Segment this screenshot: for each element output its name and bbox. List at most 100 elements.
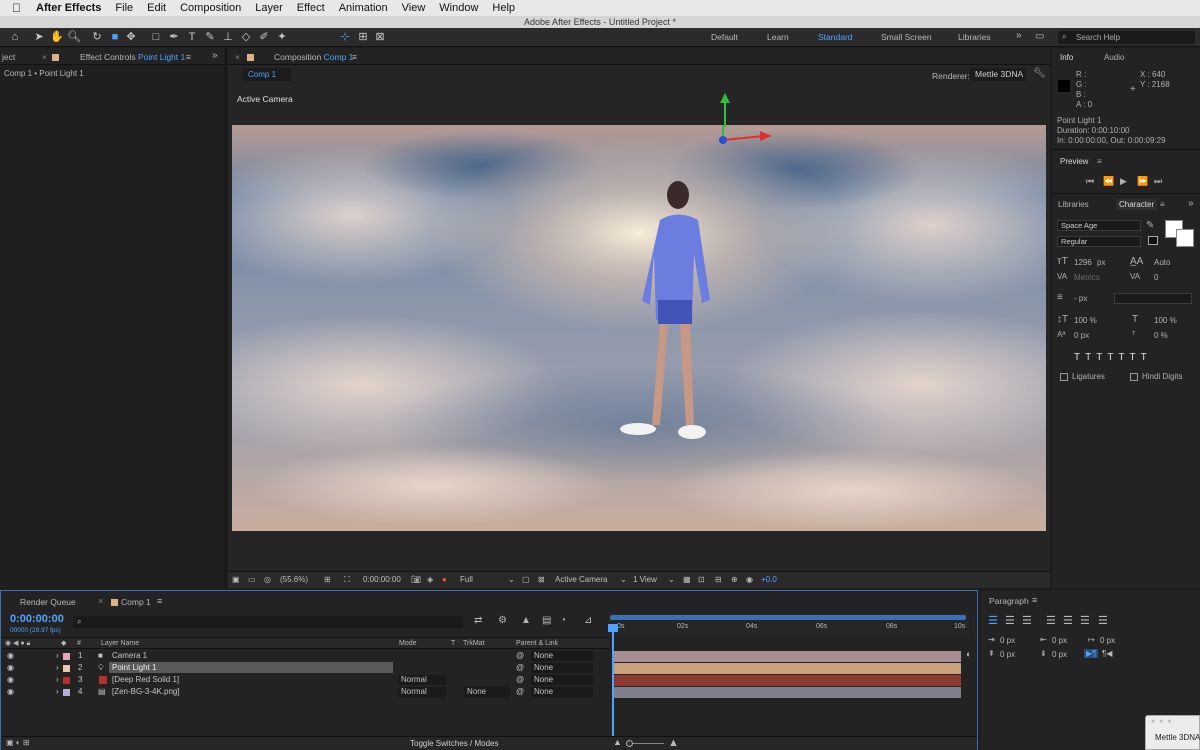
- tsume-value[interactable]: 0 %: [1154, 331, 1168, 340]
- workspace-small-screen[interactable]: Small Screen: [881, 32, 932, 42]
- blend-mode-dropdown[interactable]: Normal: [398, 675, 446, 685]
- show-snapshot-icon[interactable]: ◈: [427, 575, 433, 584]
- tab-composition[interactable]: Composition Comp 1: [274, 52, 353, 62]
- tracking-value[interactable]: 0: [1154, 273, 1158, 282]
- current-time[interactable]: 0:00:00:00: [10, 613, 64, 625]
- eraser-tool-icon[interactable]: ◇: [239, 30, 253, 44]
- comp-mini-flowchart-icon[interactable]: ⇄: [474, 615, 482, 626]
- close-icon[interactable]: ×: [235, 52, 240, 62]
- view-layout-dropdown[interactable]: 1 View: [633, 575, 657, 584]
- time-ruler[interactable]: 0s 02s 04s 06s 08s 10s: [609, 613, 969, 637]
- ltr-direction-icon[interactable]: ▶¶: [1084, 649, 1099, 658]
- grid-icon[interactable]: ⊞: [324, 575, 331, 584]
- close-icon[interactable]: ×: [98, 596, 103, 606]
- transparency-grid-icon[interactable]: ⊠: [538, 575, 545, 584]
- tab-info[interactable]: Info: [1060, 53, 1073, 62]
- justify-center-icon[interactable]: ☰: [1063, 614, 1073, 627]
- panel-overflow-icon[interactable]: »: [1188, 198, 1194, 209]
- mettle-window[interactable]: ● ● ● Mettle 3DNA: [1145, 715, 1200, 750]
- zoom-slider-handle[interactable]: [626, 740, 633, 747]
- resolution-dropdown[interactable]: Full: [460, 575, 473, 584]
- panel-menu-icon[interactable]: ≡: [157, 596, 162, 606]
- axis-local-icon[interactable]: ⊹: [338, 30, 352, 44]
- menu-layer[interactable]: Layer: [248, 2, 290, 14]
- pickwhip-icon[interactable]: @: [516, 662, 524, 674]
- menu-help[interactable]: Help: [485, 2, 522, 14]
- layer-row[interactable]: ◉ › 2 💡︎ Point Light 1 @ None: [1, 662, 609, 674]
- shy-layers-icon[interactable]: ▲: [521, 615, 531, 626]
- font-family-dropdown[interactable]: Space Age: [1057, 220, 1141, 231]
- axis-view-icon[interactable]: ⊠: [373, 30, 387, 44]
- menu-edit[interactable]: Edit: [140, 2, 173, 14]
- rtl-direction-icon[interactable]: ¶◀: [1102, 649, 1112, 658]
- align-center-icon[interactable]: ☰: [1005, 614, 1015, 627]
- visibility-icon[interactable]: ◉: [7, 662, 14, 674]
- wrench-icon[interactable]: 🔧︎: [1033, 68, 1046, 79]
- work-area-bar[interactable]: [610, 615, 966, 620]
- menu-composition[interactable]: Composition: [173, 2, 248, 14]
- space-before-value[interactable]: 0 px: [1000, 650, 1015, 659]
- kerning-value[interactable]: Metrics: [1074, 273, 1100, 282]
- home-icon[interactable]: ⌂: [8, 30, 22, 44]
- layer-row[interactable]: ◉ › 1 ■ Camera 1 @ None: [1, 650, 609, 662]
- font-size-value[interactable]: 1296: [1074, 258, 1092, 267]
- label-color-swatch[interactable]: [63, 665, 70, 672]
- tab-audio[interactable]: Audio: [1104, 53, 1124, 62]
- play-icon[interactable]: ▶: [1120, 176, 1127, 187]
- apple-icon[interactable]: : [0, 1, 29, 15]
- graph-editor-icon[interactable]: ⊿: [584, 615, 592, 626]
- menu-view[interactable]: View: [395, 2, 433, 14]
- label-color-swatch[interactable]: [63, 677, 70, 684]
- panel-overflow-icon[interactable]: »: [212, 50, 218, 61]
- clone-stamp-tool-icon[interactable]: ⊥: [221, 30, 235, 44]
- tab-effect-controls[interactable]: Effect Controls Point Light 1: [80, 52, 185, 62]
- lock-icon[interactable]: [52, 52, 62, 62]
- panel-menu-icon[interactable]: ≡: [352, 52, 357, 62]
- motion-blur-icon[interactable]: ◔: [560, 615, 566, 626]
- window-controls-icon[interactable]: ● ● ●: [1151, 718, 1173, 725]
- playhead-handle[interactable]: [608, 624, 618, 632]
- workspace-menu-icon[interactable]: ▭: [1035, 31, 1044, 42]
- first-frame-icon[interactable]: ⏮: [1086, 176, 1094, 187]
- panel-menu-icon[interactable]: ≡: [1160, 200, 1165, 209]
- indent-right-value[interactable]: 0 px: [1052, 636, 1067, 645]
- exposure-value[interactable]: +0.0: [761, 575, 777, 584]
- leading-value[interactable]: Auto: [1154, 258, 1170, 267]
- panel-menu-icon[interactable]: ≡: [1032, 595, 1037, 605]
- color-channel-icon[interactable]: ●: [442, 575, 447, 584]
- label-color-swatch[interactable]: [63, 653, 70, 660]
- align-left-icon[interactable]: ☰: [988, 614, 998, 627]
- layer-name[interactable]: Point Light 1: [109, 662, 393, 673]
- monitor-icon[interactable]: ▭: [248, 575, 256, 584]
- parent-dropdown[interactable]: None: [531, 675, 593, 685]
- layer-row[interactable]: ◉ › 3 [Deep Red Solid 1] Normal @ None: [1, 674, 609, 686]
- comp-subtab[interactable]: Comp 1: [242, 68, 291, 81]
- menu-animation[interactable]: Animation: [332, 2, 395, 14]
- gizmo-y-axis-icon[interactable]: [715, 92, 735, 128]
- parent-dropdown[interactable]: None: [531, 663, 593, 673]
- justify-right-icon[interactable]: ☰: [1080, 614, 1090, 627]
- visibility-icon[interactable]: ◉: [7, 674, 14, 686]
- zoom-tool-icon[interactable]: 🔍︎: [67, 30, 81, 44]
- type-tool-icon[interactable]: T: [185, 30, 199, 44]
- tab-libraries[interactable]: Libraries: [1058, 200, 1089, 209]
- menu-file[interactable]: File: [108, 2, 140, 14]
- fast-preview-icon[interactable]: ⊡: [698, 575, 705, 584]
- camera-tool-icon[interactable]: ■: [108, 30, 122, 44]
- vertical-scale-value[interactable]: 100 %: [1074, 316, 1097, 325]
- horizontal-scale-value[interactable]: 100 %: [1154, 316, 1177, 325]
- pen-tool-icon[interactable]: ✒: [167, 30, 181, 44]
- snapshot-icon[interactable]: 📷︎: [411, 575, 421, 584]
- black-swatch[interactable]: [1148, 236, 1158, 245]
- chevron-down-icon[interactable]: ⌄: [620, 575, 627, 584]
- timeline-icon[interactable]: ⊟: [715, 575, 722, 584]
- parent-dropdown[interactable]: None: [531, 651, 593, 661]
- justify-all-icon[interactable]: ☰: [1098, 614, 1108, 627]
- zoom-out-icon[interactable]: ▲: [613, 737, 622, 747]
- first-line-indent-value[interactable]: 0 px: [1100, 636, 1115, 645]
- panel-menu-icon[interactable]: ≡: [1097, 157, 1102, 166]
- next-frame-icon[interactable]: ⏩: [1137, 176, 1148, 187]
- workspace-standard[interactable]: Standard: [818, 32, 853, 42]
- rotate-tool-icon[interactable]: ↻: [90, 30, 104, 44]
- workspace-overflow-icon[interactable]: »: [1016, 30, 1022, 41]
